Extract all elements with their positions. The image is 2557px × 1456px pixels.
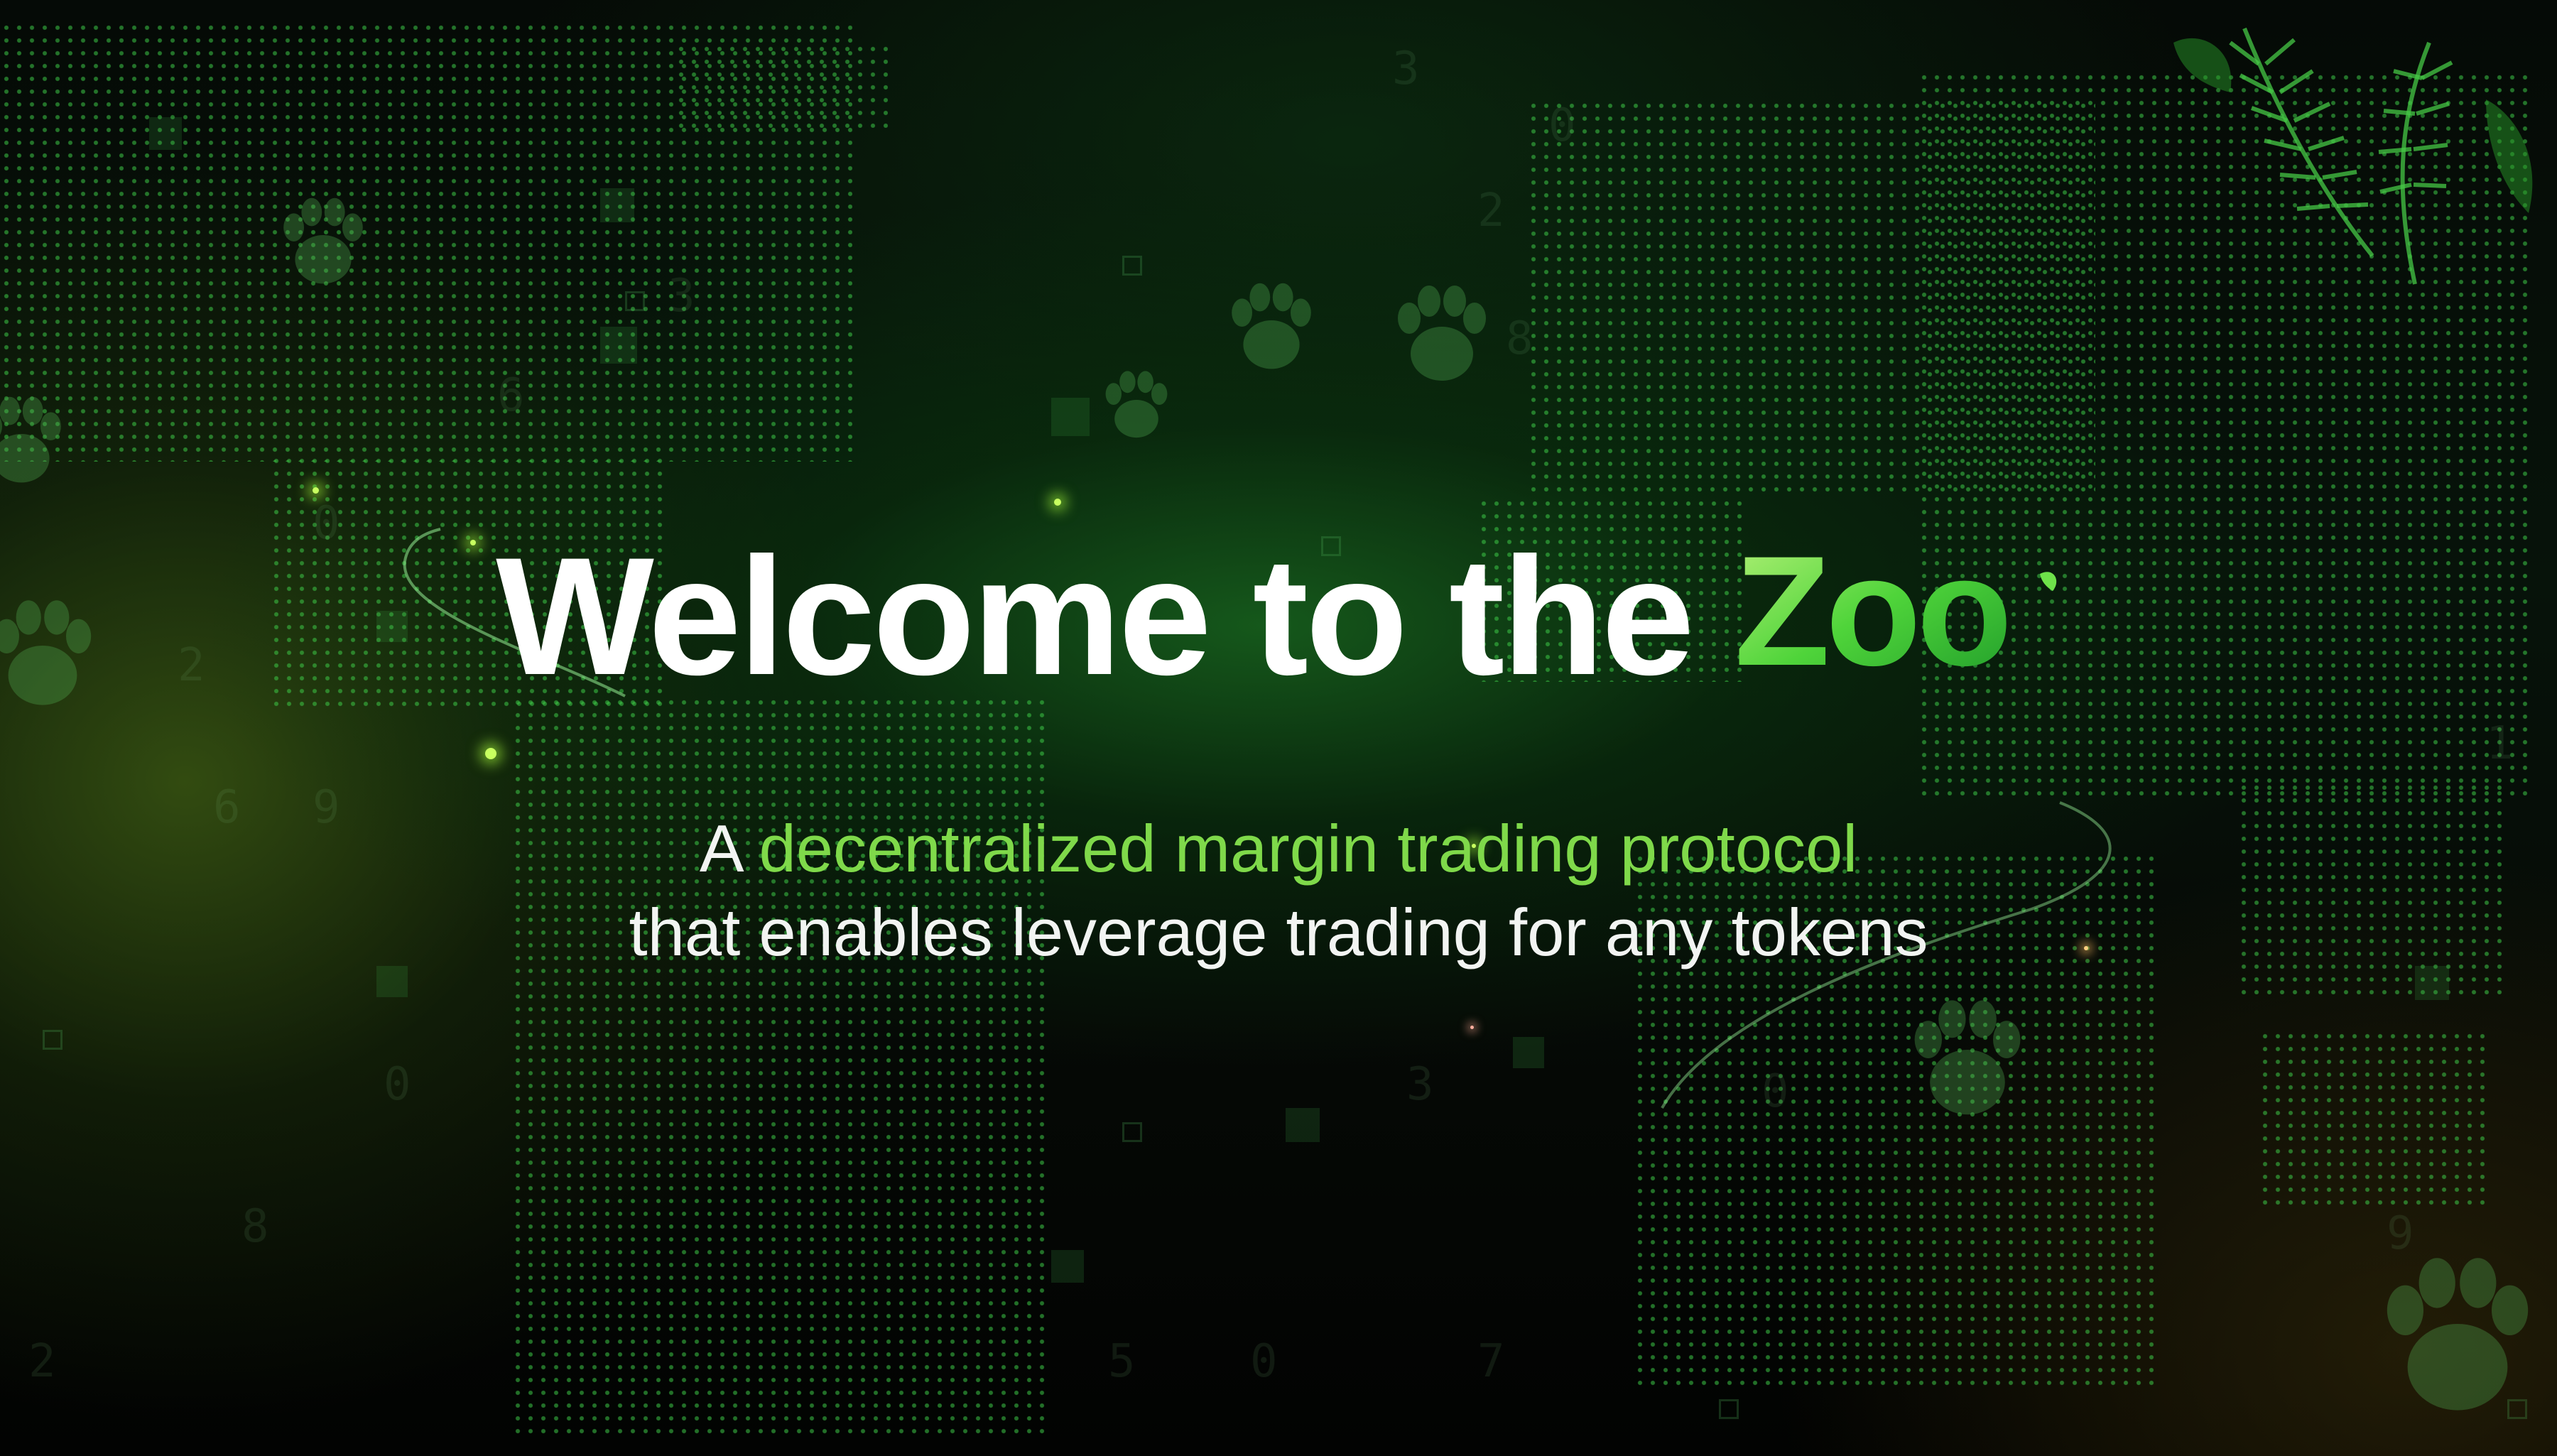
bg-digit: 3	[1406, 1058, 1434, 1111]
glow-spark	[1054, 499, 1061, 506]
leaf-icon	[2039, 572, 2057, 591]
subtitle-highlight: decentralized margin trading protocol	[759, 811, 1858, 886]
bg-square-outline	[1719, 1399, 1739, 1419]
bg-digit: 2	[28, 1335, 56, 1388]
bg-digit: 8	[1506, 313, 1533, 365]
bg-digit: 8	[241, 1200, 269, 1253]
bg-digit: 6	[497, 369, 525, 422]
headline: Welcome to the Zoo	[496, 533, 2061, 700]
paw-print-icon	[2387, 1258, 2529, 1411]
bg-square	[1051, 1250, 1084, 1283]
bg-square	[1051, 398, 1090, 436]
bg-digit: 0	[384, 1058, 411, 1111]
headline-text: Welcome to the	[496, 523, 1695, 710]
bg-square-outline	[625, 291, 645, 311]
glow-spark	[1470, 1026, 1474, 1029]
bg-square-outline	[1122, 1122, 1142, 1142]
bg-square	[149, 117, 182, 150]
bg-digit: 3	[668, 270, 695, 322]
bg-digit: 2	[1477, 185, 1505, 237]
subtitle: A decentralized margin trading protocol …	[0, 807, 2557, 974]
paw-print-icon	[1105, 371, 1168, 438]
zoo-logo-word: Zoo	[1734, 545, 2008, 688]
bg-square	[600, 327, 637, 364]
bg-digit: 0	[1761, 1065, 1789, 1118]
welcome-screen: 3 6 0 2 6 9 0 8 5 0 7 8 2 0 3 0 3 1 9 2	[0, 0, 2557, 1456]
subtitle-line-1: A decentralized margin trading protocol	[0, 807, 2557, 891]
map-dots-greenland	[675, 43, 888, 128]
paw-print-icon	[1232, 283, 1311, 369]
bg-square-outline	[2507, 1399, 2527, 1419]
subtitle-prefix: A	[699, 811, 759, 886]
bg-digit: 3	[1392, 43, 1420, 95]
bg-square-outline	[1122, 256, 1142, 276]
bg-digit: 9	[2387, 1207, 2414, 1260]
bg-square	[600, 188, 634, 222]
bg-digit: 0	[1250, 1335, 1278, 1388]
bg-square	[1286, 1108, 1320, 1142]
bg-digit: 0	[1548, 99, 1576, 152]
hero-section: Welcome to the Zoo A decentralized margi…	[0, 533, 2557, 974]
zoo-logo: Zoo	[1734, 545, 2057, 688]
bg-digit: 5	[1108, 1335, 1136, 1388]
subtitle-line-2: that enables leverage trading for any to…	[629, 895, 1928, 969]
bg-square	[1513, 1037, 1544, 1068]
glow-spark	[313, 487, 319, 494]
paw-print-icon	[1398, 286, 1486, 381]
map-dots-australia	[2259, 1030, 2486, 1207]
bg-square-outline	[43, 1030, 63, 1050]
bg-digit: 7	[1477, 1335, 1505, 1388]
